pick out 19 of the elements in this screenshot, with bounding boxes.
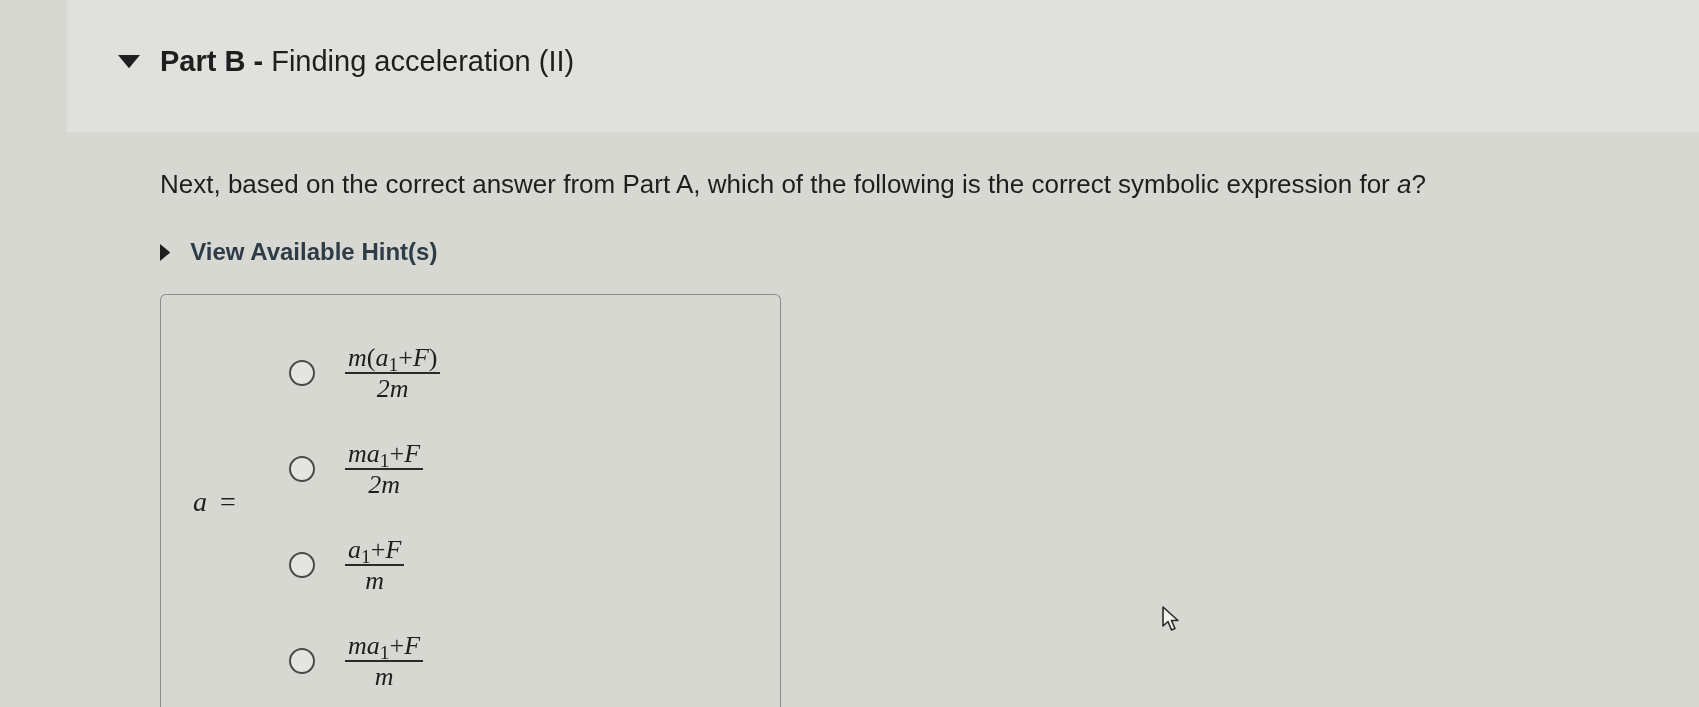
mouse-pointer-icon [1162,606,1182,632]
fraction-numerator: a$_{1}$+F [347,535,403,564]
fraction-denominator: 2m [376,374,409,403]
section-title: Part B - Finding acceleration (II) [160,44,575,80]
radio-button[interactable] [289,552,315,578]
fraction-denominator: 2m [368,470,400,499]
hints-link[interactable]: View Available Hint(s) [190,234,438,270]
fraction-numerator: m(a$_{1}$+F) [347,343,439,372]
fraction-numerator: ma$_{1}$+F [347,439,422,468]
equation-lhs: a = [193,485,237,519]
radio-button[interactable] [289,360,315,386]
radio-button[interactable] [289,648,315,674]
fraction-denominator: m [374,662,394,691]
caret-right-icon[interactable] [160,243,171,261]
radio-button[interactable] [289,456,315,482]
caret-down-icon[interactable] [118,55,140,69]
fraction-denominator: m [365,566,385,595]
fraction-numerator: ma$_{1}$+F [347,631,422,660]
question-text: Next, based on the correct answer from Part A, which of the following is the correct symbolic expression for a? [160,168,1427,201]
